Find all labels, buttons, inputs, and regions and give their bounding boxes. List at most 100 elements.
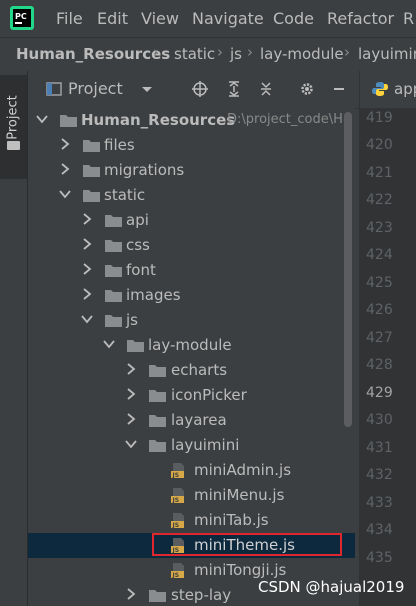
pycharm-logo-icon: PC: [10, 6, 34, 30]
chevron-right-icon[interactable]: [59, 137, 71, 151]
chevron-right-icon: ›: [153, 43, 159, 61]
line-number: 428: [366, 357, 393, 373]
menu-view[interactable]: View: [141, 9, 179, 28]
project-tool-button[interactable]: Project: [0, 75, 27, 179]
js-file-icon: JS: [171, 513, 184, 529]
line-number: 420: [366, 137, 393, 153]
line-number: 430: [366, 412, 393, 428]
chevron-right-icon[interactable]: [81, 237, 93, 251]
folder-icon: [7, 141, 20, 150]
editor-tab[interactable]: app: [360, 71, 416, 109]
tree-scrollbar[interactable]: [344, 112, 352, 427]
chevron-right-icon[interactable]: [125, 362, 137, 376]
tree-node-label: layuimini: [171, 436, 240, 454]
folder-icon: [149, 440, 166, 452]
folder-icon: [105, 315, 122, 327]
menu-file[interactable]: File: [56, 9, 83, 28]
tree-node-label: images: [126, 286, 181, 304]
chevron-down-icon[interactable]: [81, 312, 93, 326]
tree-node-migrations[interactable]: migrations: [28, 158, 355, 183]
chevron-down-icon[interactable]: [59, 187, 71, 201]
line-number: 435: [366, 550, 393, 566]
tree-node-label: miniMenu.js: [194, 486, 285, 504]
locate-target-icon[interactable]: [192, 81, 208, 97]
folder-icon: [127, 340, 144, 352]
breadcrumb-item-layuimini[interactable]: layuimini: [358, 45, 416, 63]
breadcrumb: Human_Resources › static › js › lay-modu…: [0, 37, 416, 72]
svg-text:JS: JS: [172, 472, 180, 479]
menu-refactor[interactable]: Refactor: [327, 9, 394, 28]
line-number: 424: [366, 247, 393, 263]
svg-text:JS: JS: [172, 497, 180, 504]
chevron-right-icon[interactable]: [125, 387, 137, 401]
gear-icon[interactable]: [299, 81, 315, 97]
folder-icon: [83, 190, 100, 202]
folder-icon: [105, 265, 122, 277]
folder-icon: [149, 365, 166, 377]
tree-node-minitab-js[interactable]: JS miniTab.js: [28, 508, 355, 533]
tree-node-layuimini[interactable]: layuimini: [28, 433, 355, 458]
tree-node-label: echarts: [171, 361, 228, 379]
tree-node-files[interactable]: files: [28, 133, 355, 158]
menu-code[interactable]: Code: [273, 9, 314, 28]
expand-all-icon[interactable]: [226, 81, 242, 97]
menu-edit[interactable]: Edit: [97, 9, 128, 28]
chevron-right-icon[interactable]: [81, 287, 93, 301]
chevron-down-icon[interactable]: [103, 337, 115, 351]
svg-text:JS: JS: [172, 522, 180, 529]
tree-node-echarts[interactable]: echarts: [28, 358, 355, 383]
project-view-icon: [46, 82, 62, 96]
breadcrumb-item-project[interactable]: Human_Resources: [16, 45, 170, 63]
tree-node-label: iconPicker: [171, 386, 247, 404]
breadcrumb-item-js[interactable]: js: [230, 45, 242, 63]
line-number: 423: [366, 220, 393, 236]
tree-node-api[interactable]: api: [28, 208, 355, 233]
chevron-down-icon[interactable]: [139, 81, 155, 97]
highlight-annotation-box: [152, 533, 342, 556]
tree-node-css[interactable]: css: [28, 233, 355, 258]
js-file-icon: JS: [171, 488, 184, 504]
folder-icon: [149, 590, 166, 602]
line-number: 434: [366, 522, 393, 538]
project-view-title[interactable]: Project: [68, 79, 123, 98]
chevron-right-icon[interactable]: [81, 262, 93, 276]
tree-node-static[interactable]: static: [28, 183, 355, 208]
tree-node-miniadmin-js[interactable]: JS miniAdmin.js: [28, 458, 355, 483]
tree-node-label: static: [104, 186, 146, 204]
tree-node-lay-module[interactable]: lay-module: [28, 333, 355, 358]
line-number: 422: [366, 192, 393, 208]
menu-bar: PC File Edit View Navigate Code Refactor…: [0, 0, 416, 37]
chevron-down-icon[interactable]: [125, 437, 137, 451]
chevron-right-icon[interactable]: [125, 587, 137, 601]
folder-icon: [105, 290, 122, 302]
chevron-right-icon[interactable]: [125, 412, 137, 426]
menu-run[interactable]: R: [403, 9, 414, 28]
folder-icon: [83, 140, 100, 152]
project-header: Project: [28, 71, 359, 109]
tree-node-minitheme-js[interactable]: JS miniTheme.js: [28, 533, 355, 558]
tree-node-images[interactable]: images: [28, 283, 355, 308]
tree-node-font[interactable]: font: [28, 258, 355, 283]
hide-panel-icon[interactable]: [331, 81, 347, 97]
tree-node-label: layarea: [171, 411, 227, 429]
tree-node-js[interactable]: js: [28, 308, 355, 333]
tree-node-iconpicker[interactable]: iconPicker: [28, 383, 355, 408]
tree-node-label: files: [104, 136, 135, 154]
watermark: CSDN @hajual2019: [258, 578, 405, 596]
python-file-icon: [372, 82, 388, 96]
chevron-right-icon[interactable]: [81, 212, 93, 226]
tree-node-root[interactable]: Human_Resources D:\project_code\H: [28, 108, 355, 133]
breadcrumb-item-lay-module[interactable]: lay-module: [260, 45, 344, 63]
menu-navigate[interactable]: Navigate: [192, 9, 264, 28]
tree-node-label: js: [126, 311, 138, 329]
tree-node-minimenu-js[interactable]: JS miniMenu.js: [28, 483, 355, 508]
breadcrumb-item-static[interactable]: static: [174, 45, 215, 63]
line-number: 431: [366, 440, 393, 456]
line-number-gutter: 419 420 421 422 423 424 425 426 427 428 …: [360, 108, 416, 606]
tree-node-layarea[interactable]: layarea: [28, 408, 355, 433]
chevron-right-icon[interactable]: [59, 162, 71, 176]
line-number: 432: [366, 467, 393, 483]
svg-text:JS: JS: [172, 572, 180, 579]
chevron-down-icon[interactable]: [36, 112, 48, 126]
collapse-all-icon[interactable]: [258, 81, 274, 97]
